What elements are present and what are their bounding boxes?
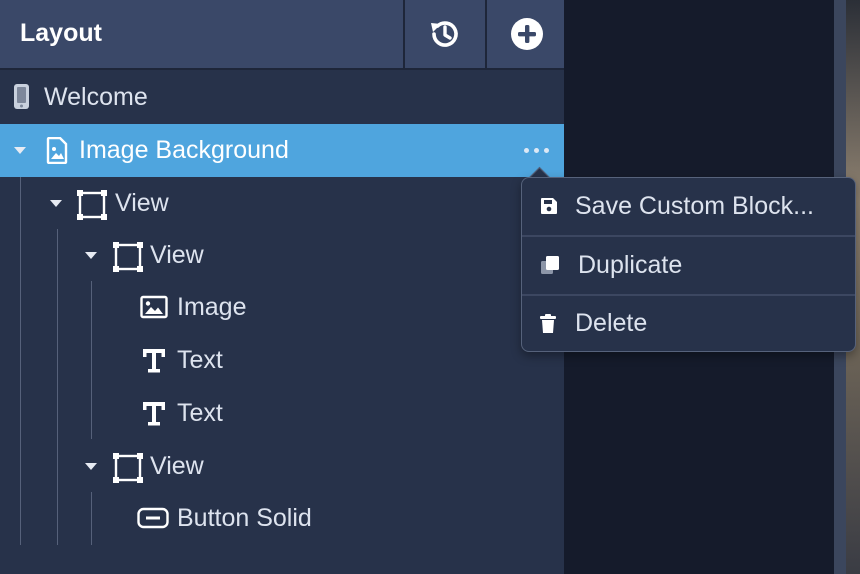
more-dots-icon (543, 147, 549, 153)
trash-icon (540, 314, 556, 333)
plus-circle-icon (511, 18, 543, 50)
panel-title: Layout (20, 19, 102, 47)
more-dots-icon (523, 147, 529, 153)
tree-item-text[interactable]: Text (0, 387, 564, 440)
tree-item-text[interactable]: Text (0, 334, 564, 387)
tree-item-label: Image Background (79, 136, 289, 164)
menu-item-label: Save Custom Block... (575, 192, 814, 220)
menu-item-label: Duplicate (578, 251, 683, 279)
floppy-disk-icon (541, 198, 557, 214)
tree-item-label: View (150, 241, 204, 269)
text-icon (143, 349, 165, 373)
chevron-down-icon[interactable] (85, 463, 97, 470)
tree-item-label: Text (177, 399, 223, 427)
menu-item-label: Delete (575, 309, 648, 337)
image-icon (140, 295, 168, 319)
layout-panel-header: Layout (0, 0, 564, 70)
tree-item-label: View (150, 452, 204, 480)
tree-item-welcome[interactable]: Welcome (0, 71, 564, 124)
tree-item-label: Button Solid (177, 504, 312, 532)
tree-item-label: Text (177, 346, 223, 374)
menu-item-duplicate[interactable]: Duplicate (522, 237, 855, 294)
layout-panel: Layout Welcome Image Background View Vie… (0, 0, 564, 574)
history-icon (431, 21, 458, 47)
tree-item-image[interactable]: Image (0, 281, 564, 334)
add-button[interactable] (485, 0, 567, 68)
button-icon (137, 507, 169, 529)
tree-item-label: Image (177, 293, 247, 321)
more-options-button[interactable] (518, 137, 554, 163)
tree-item-label: View (115, 189, 169, 217)
phone-icon (14, 84, 29, 109)
view-frame-icon (77, 190, 107, 220)
tree-item-view[interactable]: View (0, 177, 564, 230)
context-menu: Save Custom Block... Duplicate Delete (521, 177, 856, 352)
tree-item-image-background[interactable]: Image Background (0, 124, 564, 177)
chevron-down-icon[interactable] (14, 147, 26, 154)
image-file-icon (46, 137, 68, 164)
menu-item-delete[interactable]: Delete (522, 295, 855, 352)
view-frame-icon (113, 242, 143, 272)
tree-item-label: Welcome (44, 83, 148, 111)
tree-item-view[interactable]: View (0, 229, 564, 282)
chevron-down-icon[interactable] (85, 252, 97, 259)
history-button[interactable] (403, 0, 485, 68)
tree-item-button-solid[interactable]: Button Solid (0, 492, 564, 545)
menu-item-save-custom-block[interactable]: Save Custom Block... (522, 178, 855, 235)
chevron-down-icon[interactable] (50, 200, 62, 207)
more-dots-icon (533, 147, 539, 153)
tree-item-view[interactable]: View (0, 440, 564, 493)
view-frame-icon (113, 453, 143, 483)
text-icon (143, 402, 165, 426)
duplicate-icon (541, 256, 559, 274)
